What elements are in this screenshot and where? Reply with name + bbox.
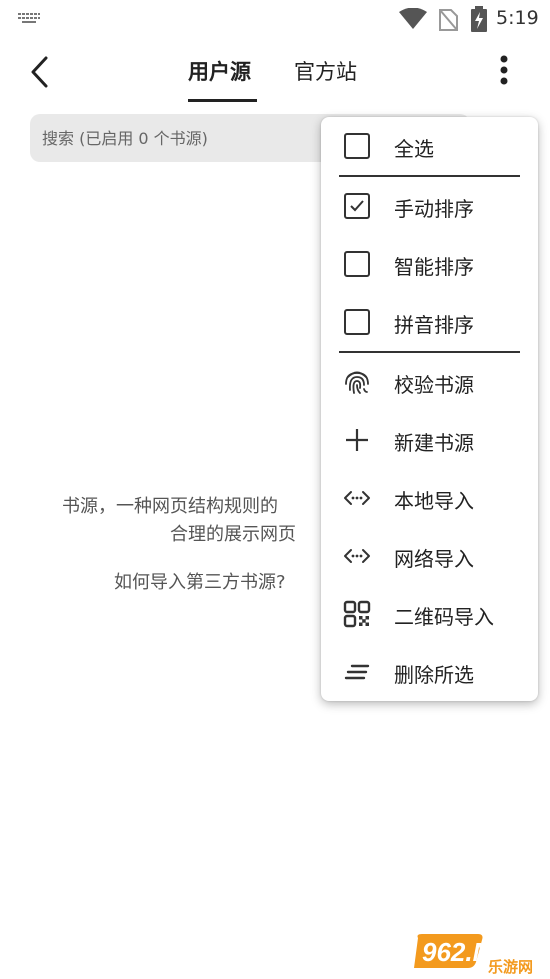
menu-item-network-import[interactable]: 网络导入: [321, 527, 538, 585]
menu-item-label: 二维码导入: [394, 605, 494, 629]
smart-sort-checkbox[interactable]: [344, 251, 370, 277]
fingerprint-icon: [345, 371, 369, 394]
import-help-link[interactable]: 如何导入第三方书源?: [114, 568, 286, 594]
menu-item-manual-sort[interactable]: 手动排序: [321, 177, 538, 235]
back-button[interactable]: [26, 54, 58, 90]
menu-item-label: 网络导入: [394, 547, 474, 571]
menu-item-label: 新建书源: [394, 431, 474, 455]
menu-item-pinyin-sort[interactable]: 拼音排序: [321, 293, 538, 351]
empty-state-text-line2: 合理的展示网页: [170, 524, 296, 545]
menu-item-label: 校验书源: [394, 373, 474, 397]
keyboard-icon: [18, 13, 40, 23]
menu-item-label: 删除所选: [394, 663, 474, 687]
menu-item-smart-sort[interactable]: 智能排序: [321, 235, 538, 293]
menu-item-delete-selected[interactable]: 删除所选: [321, 643, 538, 701]
tab-user-sources[interactable]: 用户源: [188, 56, 251, 86]
plus-icon: [346, 429, 368, 451]
menu-item-label: 全选: [394, 137, 434, 161]
overflow-menu: 全选 手动排序 智能排序 拼音排序 校验书源 新建书源 本地导入 网络导入 二维…: [321, 117, 538, 701]
watermark-text-bottom: 乐游网: [488, 958, 533, 974]
manual-sort-checkbox[interactable]: [344, 193, 370, 219]
battery-charging-icon: [471, 6, 487, 32]
code-icon: [344, 549, 370, 563]
empty-state-text-line1: 书源，一种网页结构规则的: [62, 496, 278, 517]
menu-item-new-source[interactable]: 新建书源: [321, 411, 538, 469]
menu-item-label: 智能排序: [394, 255, 474, 279]
app-screen: 5:19 用户源 官方站 书源，一种网页结构规则的 合理的展示网页 如何导入第三…: [0, 0, 550, 979]
active-tab-indicator: [188, 99, 257, 102]
watermark-logo: 962.NET 乐游网: [412, 932, 542, 976]
code-icon: [344, 491, 370, 505]
lines-icon: [344, 664, 370, 680]
select-all-checkbox[interactable]: [344, 133, 370, 159]
qr-code-icon: [343, 600, 371, 628]
no-sim-icon: [439, 9, 458, 31]
pinyin-sort-checkbox[interactable]: [344, 309, 370, 335]
clock: 5:19: [496, 7, 539, 29]
menu-item-select-all[interactable]: 全选: [321, 117, 538, 175]
tab-official-site[interactable]: 官方站: [294, 56, 357, 86]
menu-item-local-import[interactable]: 本地导入: [321, 469, 538, 527]
status-bar: 5:19: [0, 0, 550, 38]
menu-item-label: 本地导入: [394, 489, 474, 513]
wifi-icon: [399, 8, 427, 29]
more-options-icon[interactable]: [490, 54, 518, 88]
menu-item-qr-import[interactable]: 二维码导入: [321, 585, 538, 643]
menu-item-label: 手动排序: [394, 197, 474, 221]
check-icon: [350, 200, 364, 212]
menu-item-label: 拼音排序: [394, 313, 474, 337]
menu-item-verify-sources[interactable]: 校验书源: [321, 353, 538, 411]
watermark-graphic: 962.NET 乐游网: [414, 934, 533, 976]
